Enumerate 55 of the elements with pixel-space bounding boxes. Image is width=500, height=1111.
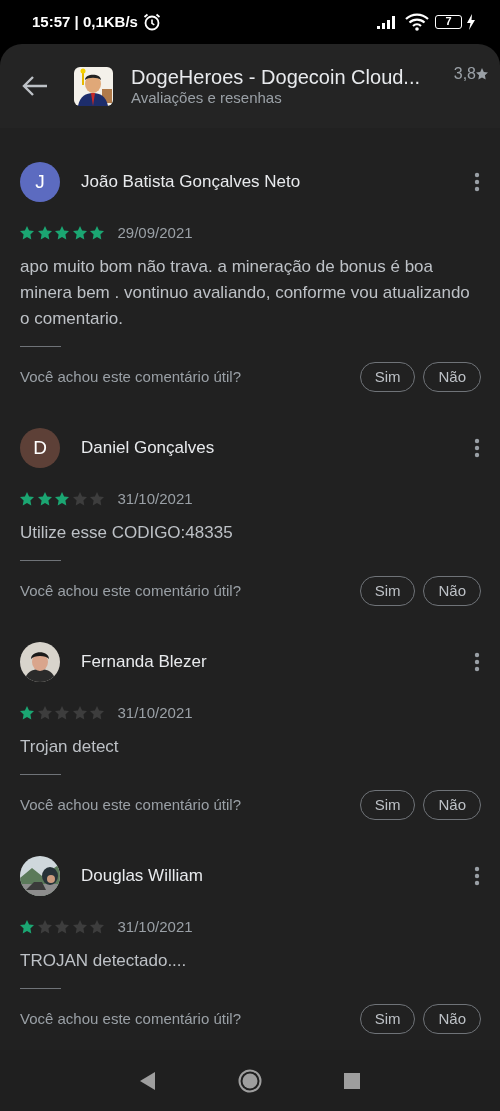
filled-star-icon [37, 492, 52, 506]
more-icon[interactable] [474, 172, 480, 192]
empty-star-icon [37, 706, 52, 720]
review-text: Trojan detect [20, 736, 120, 758]
helpful-question: Você achou este comentário útil? [20, 580, 242, 601]
review-date: 31/10/2021 [117, 916, 193, 937]
battery-level: 7 [435, 15, 462, 29]
filled-star-icon [90, 226, 104, 240]
reviewer-name: João Batista Gonçalves Neto [81, 171, 302, 194]
empty-star-icon [90, 706, 104, 720]
filled-star-icon [55, 226, 69, 240]
reviewer-name: Fernanda Blezer [81, 651, 208, 674]
review-text: apo muito bom não trava. a mineração de bonus é boa minera bem . vontinuo avaliando, conforme vou atualizando o comentario. [20, 256, 471, 330]
avatar: D [20, 428, 60, 468]
app-rating: 3,8 [453, 64, 476, 84]
alarm-icon [141, 12, 162, 32]
empty-star-icon [55, 920, 69, 934]
filled-star-icon [55, 492, 69, 506]
recents-icon[interactable] [344, 1072, 360, 1089]
helpful-question: Você achou este comentário útil? [20, 366, 242, 387]
app-title: DogeHeroes - Dogecoin Cloud... [131, 65, 422, 89]
filled-star-icon [20, 706, 34, 720]
charging-icon [466, 14, 476, 30]
empty-star-icon [90, 920, 104, 934]
helpful-question: Você achou este comentário útil? [20, 1008, 242, 1029]
empty-star-icon [72, 920, 87, 934]
review-date: 29/09/2021 [117, 222, 193, 243]
filled-star-icon [20, 226, 34, 240]
empty-star-icon [37, 920, 52, 934]
empty-star-icon [72, 492, 87, 506]
back-icon[interactable] [22, 75, 48, 97]
reviewer-name: Daniel Gonçalves [81, 437, 216, 460]
more-icon[interactable] [474, 438, 480, 458]
empty-star-icon [90, 492, 104, 506]
more-icon[interactable] [474, 652, 480, 672]
status-time: 15:57 | 0,1KB/s [32, 11, 138, 32]
review-date: 31/10/2021 [117, 488, 193, 509]
home-icon[interactable] [238, 1068, 262, 1093]
filled-star-icon [20, 920, 34, 934]
page-subtitle: Avaliações e resenhas [131, 89, 283, 107]
reviewer-name: Douglas William [81, 865, 204, 888]
filled-star-icon [72, 226, 87, 240]
wifi-icon [405, 13, 429, 31]
filled-star-icon [37, 226, 52, 240]
more-icon[interactable] [474, 866, 480, 886]
star-icon [476, 68, 488, 80]
empty-star-icon [55, 706, 69, 720]
review-text: TROJAN detectado.... [20, 950, 188, 972]
review-date: 31/10/2021 [117, 702, 193, 723]
empty-star-icon [72, 706, 87, 720]
review-text: Utilize esse CODIGO:48335 [20, 522, 234, 544]
back-nav-icon[interactable] [140, 1071, 156, 1090]
filled-star-icon [20, 492, 34, 506]
helpful-question: Você achou este comentário útil? [20, 794, 242, 815]
avatar: J [20, 162, 60, 202]
